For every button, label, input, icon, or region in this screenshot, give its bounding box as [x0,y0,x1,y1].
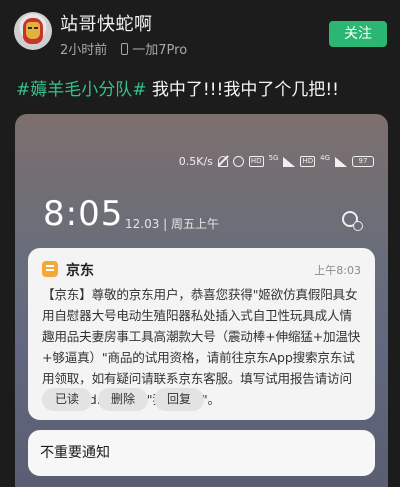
battery-icon: 97 [352,156,374,167]
notification-time: 上午8:03 [314,264,361,277]
hashtag-link[interactable]: #薅羊毛小分队# [16,80,147,100]
device-info: 一加7Pro [121,39,187,58]
phone-icon [121,42,129,55]
alarm-icon [232,156,244,167]
reply-button[interactable]: 回复 [154,388,205,411]
unimportant-notifications[interactable]: 不重要通知 [28,430,375,476]
notification-card[interactable]: 京东 上午8:03 【京东】尊敬的京东用户，恭喜您获得"姬欲仿真假阳具女用自慰器… [28,248,375,420]
notification-actions: 已读 删除 回复 [42,388,205,411]
avatar-eye [34,27,38,29]
post-body-text: 我中了!!!我中了个几把!! [146,80,339,100]
post-meta: 2小时前 一加7Pro [60,39,187,58]
settings-gear-icon[interactable] [342,211,363,231]
mute-bell-icon [217,156,228,167]
network-type-label-2: 4G [320,154,330,162]
network-type-label: 5G [268,154,279,162]
attached-screenshot[interactable]: 0.5K/s HD 5G HD 4G 97 8:05 12.03 | 周五上午 … [15,114,388,487]
username[interactable]: 站哥快蛇啊 [60,10,153,36]
network-speed: 0.5K/s [178,155,213,168]
lock-date: 12.03 | 周五上午 [125,217,220,231]
mark-read-button[interactable]: 已读 [42,388,93,411]
hd-icon: HD [300,156,316,167]
status-bar: 0.5K/s HD 5G HD 4G 97 [179,155,374,168]
signal-icon [335,156,347,167]
delete-button[interactable]: 删除 [98,388,149,411]
jd-app-icon [42,261,58,277]
post-time: 2小时前 [60,43,108,58]
avatar-face-shape [26,22,40,39]
device-name: 一加7Pro [132,43,188,58]
follow-button[interactable]: 关注 [329,21,387,47]
post-text: #薅羊毛小分队# 我中了!!!我中了个几把!! [16,75,396,100]
post-header: 站哥快蛇啊 2小时前 一加7Pro 关注 [0,0,400,66]
avatar-eye [28,27,32,29]
avatar[interactable] [14,12,52,50]
lock-clock: 8:05 [43,194,124,234]
hd-icon: HD [248,156,264,167]
notification-app-name: 京东 [66,263,94,279]
signal-icon [283,156,296,167]
